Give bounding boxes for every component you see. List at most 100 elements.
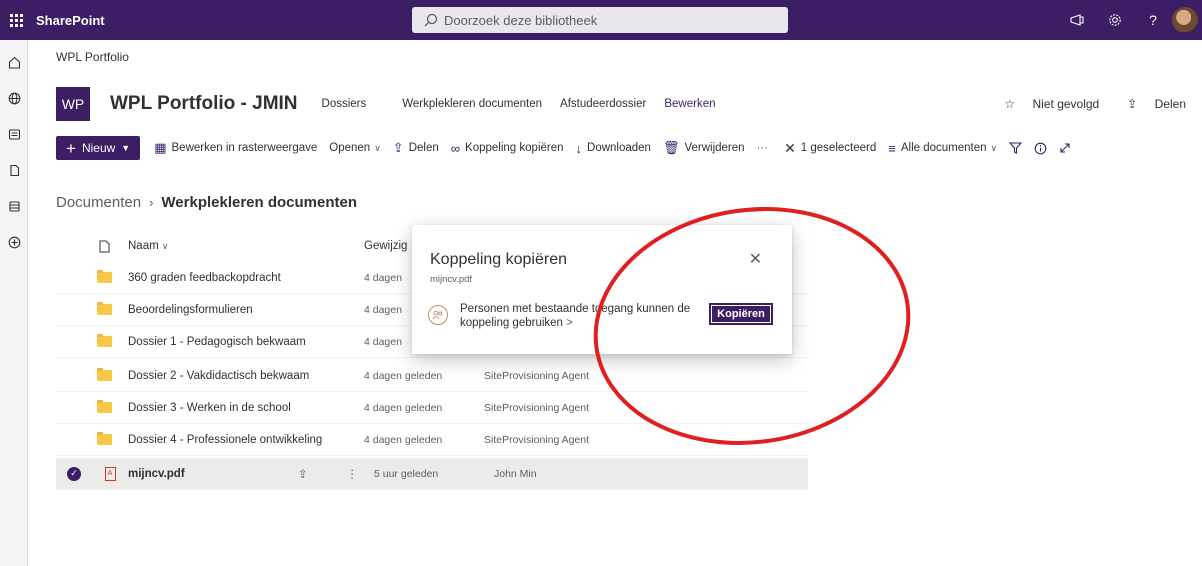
document-icon[interactable] [0, 156, 28, 184]
folder-icon [96, 432, 112, 445]
clear-selection-button[interactable]: ✕ 1 geselecteerd [784, 140, 876, 157]
more-button[interactable]: ··· [757, 142, 769, 154]
copy-link-button[interactable]: ∞ Koppeling kopiëren [451, 141, 564, 156]
left-rail [0, 40, 28, 566]
item-modified: 4 dagen geleden [364, 433, 443, 446]
command-bar: + Nieuw ▼ ▦ Bewerken in rasterweergave Op… [56, 136, 1188, 160]
create-icon[interactable] [0, 228, 28, 256]
item-name[interactable]: Dossier 3 - Werken in de school [128, 402, 364, 414]
nav-item-dossiers[interactable]: Dossiers [322, 98, 367, 110]
name-column-header[interactable]: Naam ∨ [128, 240, 364, 252]
item-modified-by: SiteProvisioning Agent [484, 369, 590, 382]
site-nav: Dossiers Werkplekleren documenten Afstud… [322, 98, 734, 110]
item-name[interactable]: Beoordelingsformulieren [128, 304, 364, 316]
suite-bar: SharePoint Doorzoek deze bibliotheek ? [0, 0, 1202, 40]
selected-count-label: 1 geselecteerd [800, 142, 877, 154]
people-icon [428, 305, 448, 325]
download-icon: ↓ [575, 140, 583, 156]
grid-icon: ▦ [154, 140, 167, 155]
item-name[interactable]: Dossier 4 - Professionele ontwikkeling [128, 434, 364, 446]
site-logo[interactable]: WP [56, 87, 90, 121]
star-icon: ☆ [1004, 97, 1016, 111]
filter-icon[interactable] [1009, 142, 1023, 154]
settings-gear-icon[interactable] [1096, 0, 1134, 40]
copy-link-dialog: Koppeling kopiëren mijncv.pdf ✕ Personen… [412, 225, 792, 354]
search-placeholder: Doorzoek deze bibliotheek [444, 12, 598, 28]
item-modified: 5 uur geleden [374, 467, 439, 480]
item-name[interactable]: Dossier 1 - Pedagogisch bekwaam [128, 336, 364, 348]
home-icon[interactable] [0, 48, 28, 76]
item-name[interactable]: mijncv.pdf [128, 468, 298, 480]
share-site-button[interactable]: ⇪ Delen [1113, 97, 1186, 111]
nav-edit-link[interactable]: Bewerken [664, 98, 715, 110]
link-icon: ∞ [450, 140, 461, 156]
item-name[interactable]: Dossier 2 - Vakdidactisch bekwaam [128, 370, 364, 382]
link-settings-link[interactable]: Personen met bestaande toegang kunnen de… [460, 302, 700, 330]
file-type-header-icon[interactable] [80, 240, 128, 253]
list-item[interactable]: Dossier 2 - Vakdidactisch bekwaam 4 dage… [56, 360, 808, 392]
close-icon[interactable]: ✕ [749, 249, 762, 269]
list-item[interactable]: Dossier 3 - Werken in de school 4 dagen … [56, 392, 808, 424]
folder-icon [96, 334, 112, 347]
app-launcher-icon[interactable] [0, 0, 32, 40]
user-avatar[interactable] [1172, 7, 1198, 33]
info-icon[interactable] [1034, 142, 1047, 155]
new-button[interactable]: + Nieuw ▼ [56, 136, 141, 160]
copy-link-label: Koppeling kopiëren [465, 142, 564, 154]
search-icon [424, 13, 438, 27]
share-button[interactable]: ⇪ Delen [393, 140, 439, 156]
more-vertical-icon[interactable]: ⋮ [347, 467, 359, 481]
site-breadcrumb[interactable]: WPL Portfolio [56, 50, 129, 64]
chevron-down-icon: ∨ [161, 241, 169, 251]
app-brand[interactable]: SharePoint [36, 13, 105, 28]
list-item-selected[interactable]: ✓ A mijncv.pdf ⇪ ⋮ 5 uur geleden John Mi… [56, 458, 808, 490]
open-button[interactable]: Openen ∨ [329, 142, 381, 154]
item-modified-by: SiteProvisioning Agent [484, 401, 590, 414]
plus-icon: + [66, 138, 76, 158]
delete-label: Verwijderen [684, 142, 745, 154]
chevron-down-icon: ∨ [990, 142, 998, 153]
nav-item-afstudeerdossier[interactable]: Afstudeerdossier [560, 98, 646, 110]
list-item[interactable]: Dossier 4 - Professionele ontwikkeling 4… [56, 424, 808, 456]
feedback-icon[interactable] [1058, 0, 1096, 40]
checkmark-icon[interactable]: ✓ [67, 466, 81, 481]
chevron-right-icon: > [566, 317, 573, 329]
folder-icon [96, 368, 112, 381]
expand-icon[interactable] [1059, 142, 1071, 154]
download-button[interactable]: ↓ Downloaden [576, 141, 651, 156]
open-label: Openen [329, 142, 371, 154]
breadcrumb-root[interactable]: Documenten [56, 194, 141, 211]
news-icon[interactable] [0, 120, 28, 148]
site-header: WP WPL Portfolio - JMIN Dossiers Werkple… [56, 84, 1186, 124]
lists-icon[interactable] [0, 192, 28, 220]
search-input[interactable]: Doorzoek deze bibliotheek [412, 7, 788, 33]
item-modified: 4 dagen geleden [364, 369, 443, 382]
globe-icon[interactable] [0, 84, 28, 112]
site-title[interactable]: WPL Portfolio - JMIN [110, 93, 298, 115]
delete-button[interactable]: 🗑 Verwijderen [663, 140, 745, 156]
chevron-down-icon: ∨ [374, 142, 381, 153]
follow-button[interactable]: ☆ Niet gevolgd [990, 97, 1099, 111]
view-switcher[interactable]: ≡ Alle documenten ∨ [888, 141, 997, 156]
trash-icon: 🗑 [662, 140, 680, 155]
breadcrumb-current[interactable]: Werkplekleren documenten [161, 194, 357, 211]
copy-button[interactable]: Kopiëren [709, 303, 773, 325]
share-label: Delen [408, 142, 439, 154]
view-label: Alle documenten [900, 142, 987, 154]
close-icon: ✕ [784, 139, 796, 156]
item-modified: 4 dagen geleden [364, 401, 443, 414]
grid-edit-button[interactable]: ▦ Bewerken in rasterweergave [154, 140, 317, 156]
help-icon[interactable]: ? [1134, 0, 1172, 40]
item-modified-by: John Min [494, 467, 537, 480]
download-label: Downloaden [587, 142, 651, 154]
folder-icon [96, 302, 112, 315]
chevron-right-icon: › [149, 195, 154, 210]
share-icon[interactable]: ⇪ [298, 467, 308, 481]
view-list-icon: ≡ [888, 140, 896, 156]
library-breadcrumb: Documenten › Werkplekleren documenten [56, 194, 357, 211]
nav-item-werkplekleren[interactable]: Werkplekleren documenten [402, 98, 542, 110]
new-label: Nieuw [81, 141, 116, 155]
follow-label: Niet gevolgd [1032, 97, 1100, 111]
item-name[interactable]: 360 graden feedbackopdracht [128, 272, 364, 284]
grid-edit-label: Bewerken in rasterweergave [171, 142, 318, 154]
